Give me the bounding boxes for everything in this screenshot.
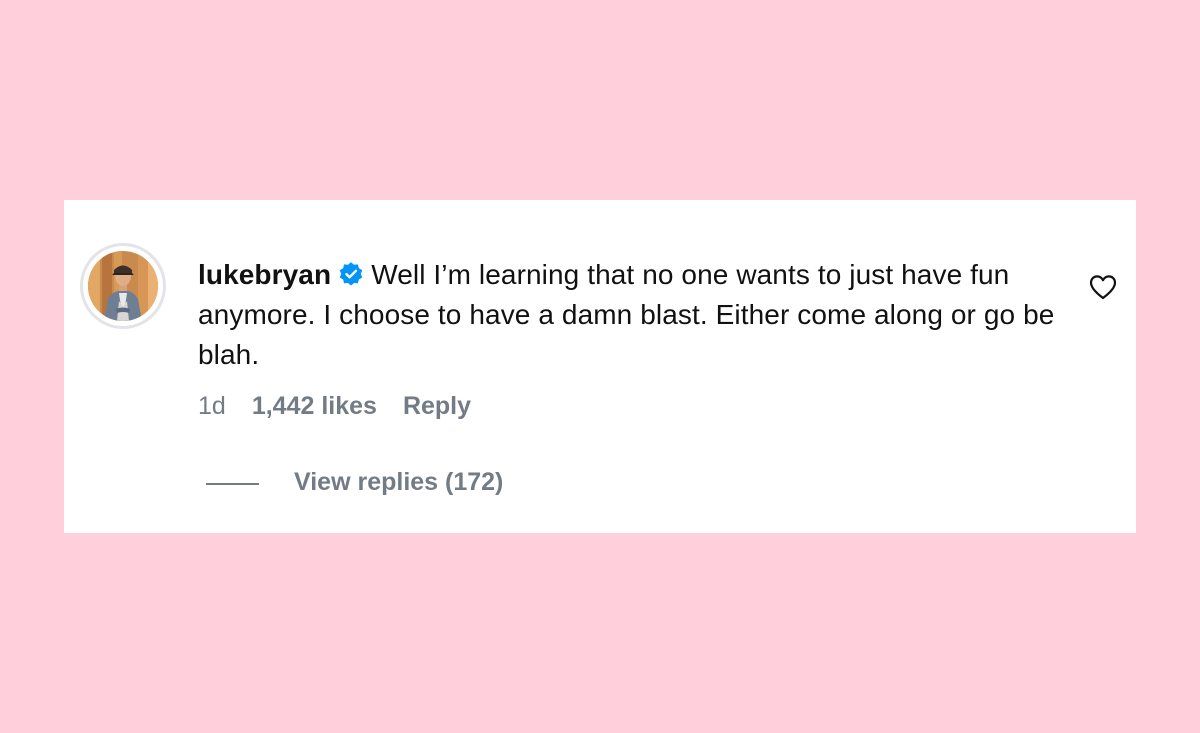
username-link[interactable]: lukebryan [198, 259, 331, 290]
comment-body: lukebryan Well I’m learning that no one … [198, 255, 1068, 375]
avatar[interactable] [88, 251, 158, 321]
replies-divider [206, 483, 259, 485]
comment-timestamp[interactable]: 1d [198, 390, 226, 422]
avatar-ring[interactable] [80, 243, 166, 329]
reply-button[interactable]: Reply [403, 390, 471, 422]
heart-outline-icon[interactable] [1088, 273, 1118, 301]
verified-badge-icon [339, 262, 363, 286]
view-replies-button[interactable]: View replies (172) [294, 466, 503, 498]
likes-count[interactable]: 1,442 likes [252, 390, 377, 422]
comment-card: lukebryan Well I’m learning that no one … [64, 200, 1136, 533]
comment-meta: 1d 1,442 likes Reply [198, 390, 471, 422]
avatar-image [88, 251, 158, 321]
